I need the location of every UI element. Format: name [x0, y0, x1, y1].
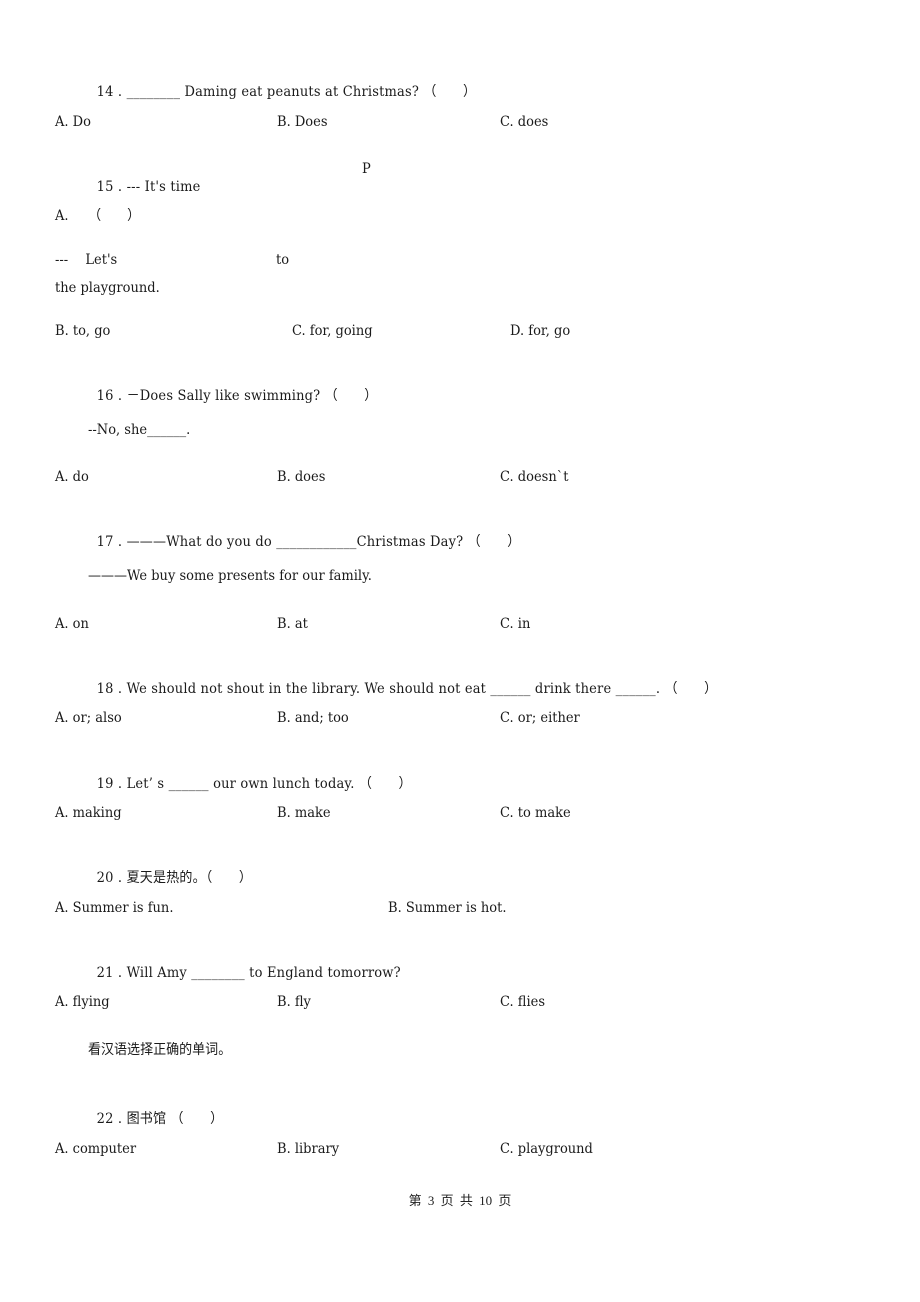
option-c: C. in: [500, 616, 531, 632]
option-a: A. do: [55, 469, 89, 485]
option-c: C. to make: [500, 805, 571, 821]
question-21: 21 . Will Amy ________ to England tomorr…: [88, 946, 401, 982]
option-a: A. Summer is fun.: [55, 900, 174, 916]
question-number: 22 .: [96, 1111, 123, 1127]
option-b: B. and; too: [277, 710, 349, 726]
question-number: 14 .: [96, 84, 123, 100]
question-number: 19 .: [96, 776, 123, 792]
question-text: －Does Sally like swimming? （ ）: [126, 388, 378, 404]
text-fragment: to: [276, 252, 290, 268]
text-fragment: P: [362, 161, 371, 177]
option-b: B. does: [277, 469, 326, 485]
option-c: C. or; either: [500, 710, 580, 726]
option-a: A. making: [55, 805, 122, 821]
question-20: 20 . 夏天是热的。（ ）: [88, 851, 252, 887]
option-b: B. Does: [277, 114, 328, 130]
question-15: 15 . --- It's time: [88, 160, 201, 196]
option-c: C. flies: [500, 994, 546, 1010]
question-14: 14 . ________ Daming eat peanuts at Chri…: [88, 65, 476, 101]
option-a: A. on: [55, 616, 89, 632]
option-b: B. to, go: [55, 323, 111, 339]
question-text: Will Amy ________ to England tomorrow?: [126, 965, 401, 981]
answer-line: --No, she______.: [88, 422, 191, 438]
question-text: --- It's time: [126, 179, 201, 195]
question-19: 19 . Let’ s ______ our own lunch today. …: [88, 757, 412, 793]
option-c: C. does: [500, 114, 549, 130]
question-16: 16 . －Does Sally like swimming? （ ）: [88, 369, 378, 405]
option-b: B. at: [277, 616, 308, 632]
question-number: 21 .: [96, 965, 123, 981]
question-number: 15 .: [96, 179, 123, 195]
page-number-footer: 第 3 页 共 10 页: [408, 1193, 512, 1208]
option-a: A. （ ）: [55, 208, 141, 224]
option-d: D. for, go: [510, 323, 571, 339]
question-number: 17 .: [96, 534, 123, 550]
section-instruction: 看汉语选择正确的单词。: [88, 1042, 232, 1058]
dialog-line: --- Let's: [55, 252, 118, 268]
question-18: 18 . We should not shout in the library.…: [88, 662, 718, 698]
dialog-continuation: the playground.: [55, 280, 160, 296]
option-a: A. Do: [55, 114, 91, 130]
question-number: 18 .: [96, 681, 123, 697]
option-a: A. or; also: [55, 710, 122, 726]
question-text: ———What do you do ____________Christmas …: [126, 534, 521, 550]
question-text: 图书馆 （ ）: [126, 1111, 224, 1127]
option-b: B. make: [277, 805, 331, 821]
option-b: B. Summer is hot.: [388, 900, 507, 916]
option-a: A. flying: [55, 994, 110, 1010]
question-17: 17 . ———What do you do ____________Chris…: [88, 515, 521, 551]
question-number: 20 .: [96, 870, 123, 886]
option-c: C. playground: [500, 1141, 593, 1157]
option-c: C. doesn`t: [500, 469, 569, 485]
option-a: A. computer: [55, 1141, 137, 1157]
option-c: C. for, going: [292, 323, 373, 339]
question-number: 16 .: [96, 388, 123, 404]
question-text: 夏天是热的。（ ）: [126, 870, 253, 886]
question-text: ________ Daming eat peanuts at Christmas…: [126, 84, 477, 100]
question-text: We should not shout in the library. We s…: [126, 681, 718, 697]
question-22: 22 . 图书馆 （ ）: [88, 1092, 224, 1128]
option-b: B. fly: [277, 994, 311, 1010]
option-b: B. library: [277, 1141, 340, 1157]
answer-line: ———We buy some presents for our family.: [88, 568, 372, 584]
question-text: Let’ s ______ our own lunch today. （ ）: [126, 776, 412, 792]
